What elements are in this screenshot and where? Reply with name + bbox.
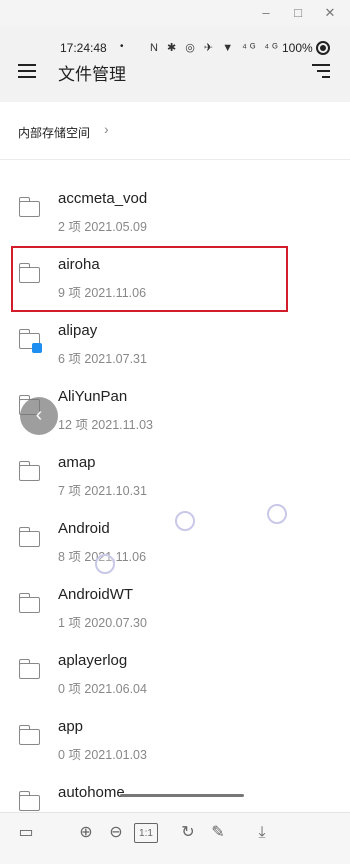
list-item[interactable]: alipay 6 项 2021.07.31 — [0, 308, 350, 374]
file-meta: 0 项 2021.01.03 — [58, 748, 147, 762]
zoom-in-icon[interactable]: ⊕ — [74, 821, 98, 845]
file-name: alipay — [58, 322, 98, 339]
file-name: accmeta_vod — [58, 190, 148, 207]
touch-indicator — [267, 504, 287, 524]
file-name: amap — [58, 454, 96, 471]
download-icon[interactable]: ⤓ — [250, 821, 274, 845]
file-meta: 7 项 2021.10.31 — [58, 484, 147, 498]
folder-icon — [18, 593, 40, 613]
folder-icon — [18, 197, 40, 217]
folder-icon — [18, 659, 40, 679]
file-meta: 6 项 2021.07.31 — [58, 352, 147, 366]
file-name: app — [58, 718, 84, 735]
folder-icon — [18, 527, 40, 547]
folder-icon — [18, 791, 40, 811]
breadcrumb-internal-storage[interactable]: 内部存储空间 — [18, 124, 90, 141]
folder-icon — [18, 461, 40, 481]
battery-icon — [316, 41, 330, 55]
edit-icon[interactable]: ✎ — [206, 821, 230, 845]
sort-icon[interactable] — [312, 64, 330, 78]
status-time: 17:24:48 — [60, 41, 107, 55]
app-header: 17:24:48 • N ✱ ◎ ✈ ▼ ⁴ᴳ ⁴ᴳ 100% 文件管理 — [0, 26, 350, 102]
file-meta: 1 项 2020.07.30 — [58, 616, 147, 630]
maximize-icon[interactable]: □ — [288, 4, 308, 22]
file-meta: 0 项 2021.06.04 — [58, 682, 147, 696]
list-item[interactable]: app 0 项 2021.01.03 — [0, 704, 350, 770]
status-icons: N ✱ ◎ ✈ ▼ ⁴ᴳ ⁴ᴳ — [150, 42, 281, 54]
selection-highlight — [11, 246, 288, 312]
chevron-right-icon: › — [104, 121, 109, 137]
touch-indicator — [175, 511, 195, 531]
rotate-icon[interactable]: ↻ — [176, 821, 200, 845]
window-title-bar: – □ ✕ — [0, 0, 350, 26]
list-item[interactable]: autohome — [0, 770, 350, 812]
app-badge-icon — [32, 343, 42, 353]
zoom-out-icon[interactable]: ⊖ — [104, 821, 128, 845]
file-name: AndroidWT — [58, 586, 134, 603]
page-view-icon[interactable]: ▭ — [14, 821, 38, 845]
battery-percentage: 100% — [282, 41, 313, 55]
actual-size-icon[interactable]: 1:1 — [134, 823, 158, 843]
bottom-toolbar: ▭ ⊕ ⊖ 1:1 ↻ ✎ ⤓ — [0, 812, 350, 864]
file-name: Android — [58, 520, 110, 537]
folder-icon — [18, 725, 40, 745]
scroll-handle[interactable] — [120, 794, 244, 797]
list-item[interactable]: AndroidWT 1 项 2020.07.30 — [0, 572, 350, 638]
touch-indicator — [95, 554, 115, 574]
close-icon[interactable]: ✕ — [320, 4, 340, 22]
list-item[interactable]: amap 7 项 2021.10.31 — [0, 440, 350, 506]
list-item[interactable]: accmeta_vod 2 项 2021.05.09 — [0, 176, 350, 242]
file-name: AliYunPan — [58, 388, 128, 405]
list-item[interactable]: aplayerlog 0 项 2021.06.04 — [0, 638, 350, 704]
folder-icon — [18, 329, 42, 353]
file-meta: 2 项 2021.05.09 — [58, 220, 147, 234]
file-meta: 12 项 2021.11.03 — [58, 418, 153, 432]
status-dot: • — [120, 41, 124, 52]
breadcrumb: 内部存储空间 › — [0, 102, 350, 160]
hamburger-icon[interactable] — [18, 64, 36, 78]
page-title: 文件管理 — [58, 65, 126, 84]
minimize-icon[interactable]: – — [256, 4, 276, 22]
back-button[interactable]: ‹ — [20, 397, 58, 435]
file-name: autohome — [58, 784, 125, 801]
file-name: aplayerlog — [58, 652, 128, 669]
